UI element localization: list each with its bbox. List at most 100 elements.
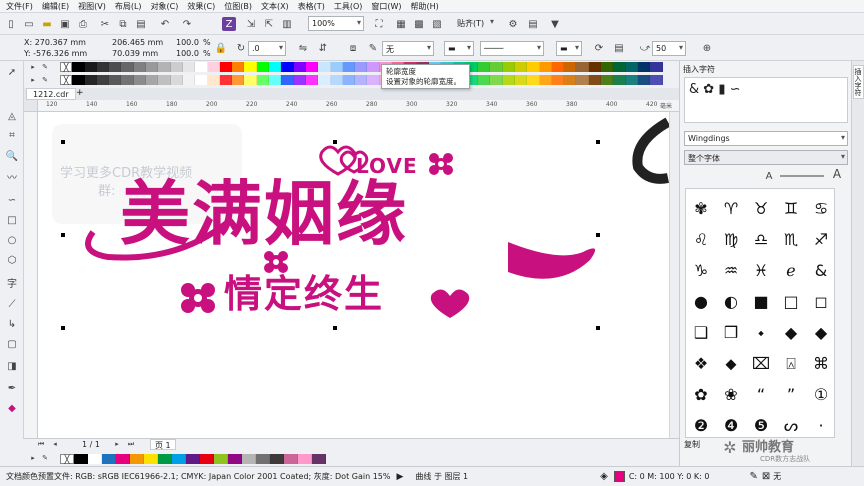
color-swatch[interactable] xyxy=(207,62,220,72)
glyph-cell[interactable]: □ xyxy=(776,286,806,317)
color-swatch[interactable] xyxy=(109,75,122,85)
glyph-cell[interactable]: ◐ xyxy=(716,286,746,317)
next-page-icon[interactable]: ▸ xyxy=(112,439,122,449)
recent-characters[interactable]: & ✿ ▮ ∽ xyxy=(684,77,848,123)
smoothing-icon[interactable]: ⤻ xyxy=(638,41,652,55)
glyph-cell[interactable]: ✾ xyxy=(686,193,716,224)
position-y-field[interactable]: Y: -576.326 mm xyxy=(24,49,87,59)
color-swatch[interactable] xyxy=(478,62,491,72)
pick-tool-icon[interactable]: ➚ xyxy=(5,65,19,79)
glyph-cell[interactable]: ❒ xyxy=(716,317,746,348)
menu-item[interactable]: 帮助(H) xyxy=(411,1,439,12)
color-swatch[interactable] xyxy=(588,75,602,85)
crop-tool-icon[interactable]: ⌗ xyxy=(5,128,19,142)
menu-item[interactable]: 对象(C) xyxy=(151,1,179,12)
color-swatch[interactable] xyxy=(490,75,503,85)
height-field[interactable]: 70.039 mm xyxy=(112,49,158,59)
start-arrow-select[interactable]: ▬ xyxy=(444,41,474,56)
no-color-swatch[interactable]: ╳ xyxy=(60,75,73,85)
color-swatch[interactable] xyxy=(293,62,306,72)
color-swatch[interactable] xyxy=(305,62,319,72)
menu-item[interactable]: 文本(X) xyxy=(261,1,289,12)
color-swatch[interactable] xyxy=(613,62,626,72)
subtitle-text[interactable]: 情定终生 xyxy=(224,272,384,316)
color-swatch[interactable] xyxy=(502,75,515,85)
prev-page-icon[interactable]: ◂ xyxy=(50,439,60,449)
color-swatch[interactable] xyxy=(318,75,331,85)
glyph-cell[interactable]: ❖ xyxy=(686,348,716,379)
color-swatch[interactable] xyxy=(269,75,282,85)
eyedropper-icon[interactable]: ✎ xyxy=(40,62,50,72)
color-swatch[interactable] xyxy=(613,75,626,85)
position-x-field[interactable]: X: 270.367 mm xyxy=(24,38,86,48)
color-swatch[interactable] xyxy=(650,75,663,85)
menu-item[interactable]: 效果(C) xyxy=(187,1,215,12)
guidelines-icon[interactable]: ▧ xyxy=(430,17,444,31)
color-swatch[interactable] xyxy=(158,454,172,464)
selection-handle[interactable] xyxy=(61,140,65,144)
eyedropper-icon[interactable]: ✎ xyxy=(40,75,50,85)
zoom-tool-icon[interactable]: 🔍 xyxy=(5,149,19,163)
selection-handle[interactable] xyxy=(333,140,337,144)
color-swatch[interactable] xyxy=(625,75,638,85)
main-title-text[interactable]: 美满姻缘 xyxy=(120,174,408,254)
glyph-cell[interactable]: ■ xyxy=(746,286,776,317)
redo-icon[interactable]: ↷ xyxy=(180,17,194,31)
glyph-cell[interactable]: “ xyxy=(746,379,776,410)
color-swatch[interactable] xyxy=(650,62,663,72)
no-color-swatch[interactable]: ╳ xyxy=(60,454,74,464)
expand-icon[interactable]: ▶ xyxy=(396,472,403,482)
color-swatch[interactable] xyxy=(256,454,270,464)
glyph-cell[interactable]: ♈ xyxy=(716,193,746,224)
font-select[interactable]: Wingdings xyxy=(684,131,848,146)
color-swatch[interactable] xyxy=(219,62,233,72)
scale-y-field[interactable]: 100.0 xyxy=(176,49,199,59)
color-swatch[interactable] xyxy=(514,62,528,72)
color-swatch[interactable] xyxy=(88,454,102,464)
color-swatch[interactable] xyxy=(244,62,257,72)
glyph-cell[interactable]: ◆ xyxy=(806,317,834,348)
color-swatch[interactable] xyxy=(527,75,540,85)
page-tab[interactable]: 页 1 xyxy=(150,439,176,450)
glyph-cell[interactable]: ⬩ xyxy=(746,317,776,348)
document-tab[interactable]: 1212.cdr xyxy=(26,88,76,100)
color-swatch[interactable] xyxy=(564,62,577,72)
ruler-origin[interactable] xyxy=(24,100,38,112)
glyph-cell[interactable]: ❷ xyxy=(686,410,716,437)
mirror-horizontal-icon[interactable]: ⇋ xyxy=(296,41,310,55)
color-swatch[interactable] xyxy=(96,62,110,72)
glyph-cell[interactable]: ⌧ xyxy=(746,348,776,379)
color-swatch[interactable] xyxy=(564,75,577,85)
color-swatch[interactable] xyxy=(637,75,651,85)
color-swatch[interactable] xyxy=(96,75,110,85)
interactive-fill-icon[interactable]: ◆ xyxy=(5,401,19,415)
color-swatch[interactable] xyxy=(256,75,270,85)
color-swatch[interactable] xyxy=(144,454,158,464)
freehand-tool-icon[interactable]: 〰 xyxy=(5,169,19,184)
selection-handle[interactable] xyxy=(596,233,600,237)
color-palette-row[interactable]: ╳ xyxy=(60,62,663,72)
app-launcher-icon[interactable]: ▼ xyxy=(548,17,562,31)
glyph-cell[interactable]: ❑ xyxy=(686,317,716,348)
color-swatch[interactable] xyxy=(74,454,88,464)
color-swatch[interactable] xyxy=(186,454,200,464)
quick-customize-icon[interactable]: ⊕ xyxy=(700,41,714,55)
color-swatch[interactable] xyxy=(601,62,614,72)
zoom-level-select[interactable]: 100% xyxy=(308,16,364,31)
selection-handle[interactable] xyxy=(596,326,600,330)
selection-handle[interactable] xyxy=(61,233,65,237)
undo-icon[interactable]: ↶ xyxy=(158,17,172,31)
color-swatch[interactable] xyxy=(214,454,228,464)
end-arrow-select[interactable]: ▬ xyxy=(556,41,582,56)
color-swatch[interactable] xyxy=(478,75,491,85)
color-swatch[interactable] xyxy=(200,454,214,464)
color-swatch[interactable] xyxy=(625,62,638,72)
glyph-cell[interactable]: ⬥ xyxy=(716,348,746,379)
color-swatch[interactable] xyxy=(355,62,368,72)
scale-x-field[interactable]: 100.0 xyxy=(176,38,199,48)
color-swatch[interactable] xyxy=(502,62,515,72)
glyph-cell[interactable]: ① xyxy=(806,379,834,410)
glyph-cell[interactable]: ” xyxy=(776,379,806,410)
color-swatch[interactable] xyxy=(281,75,294,85)
color-swatch[interactable] xyxy=(539,62,552,72)
